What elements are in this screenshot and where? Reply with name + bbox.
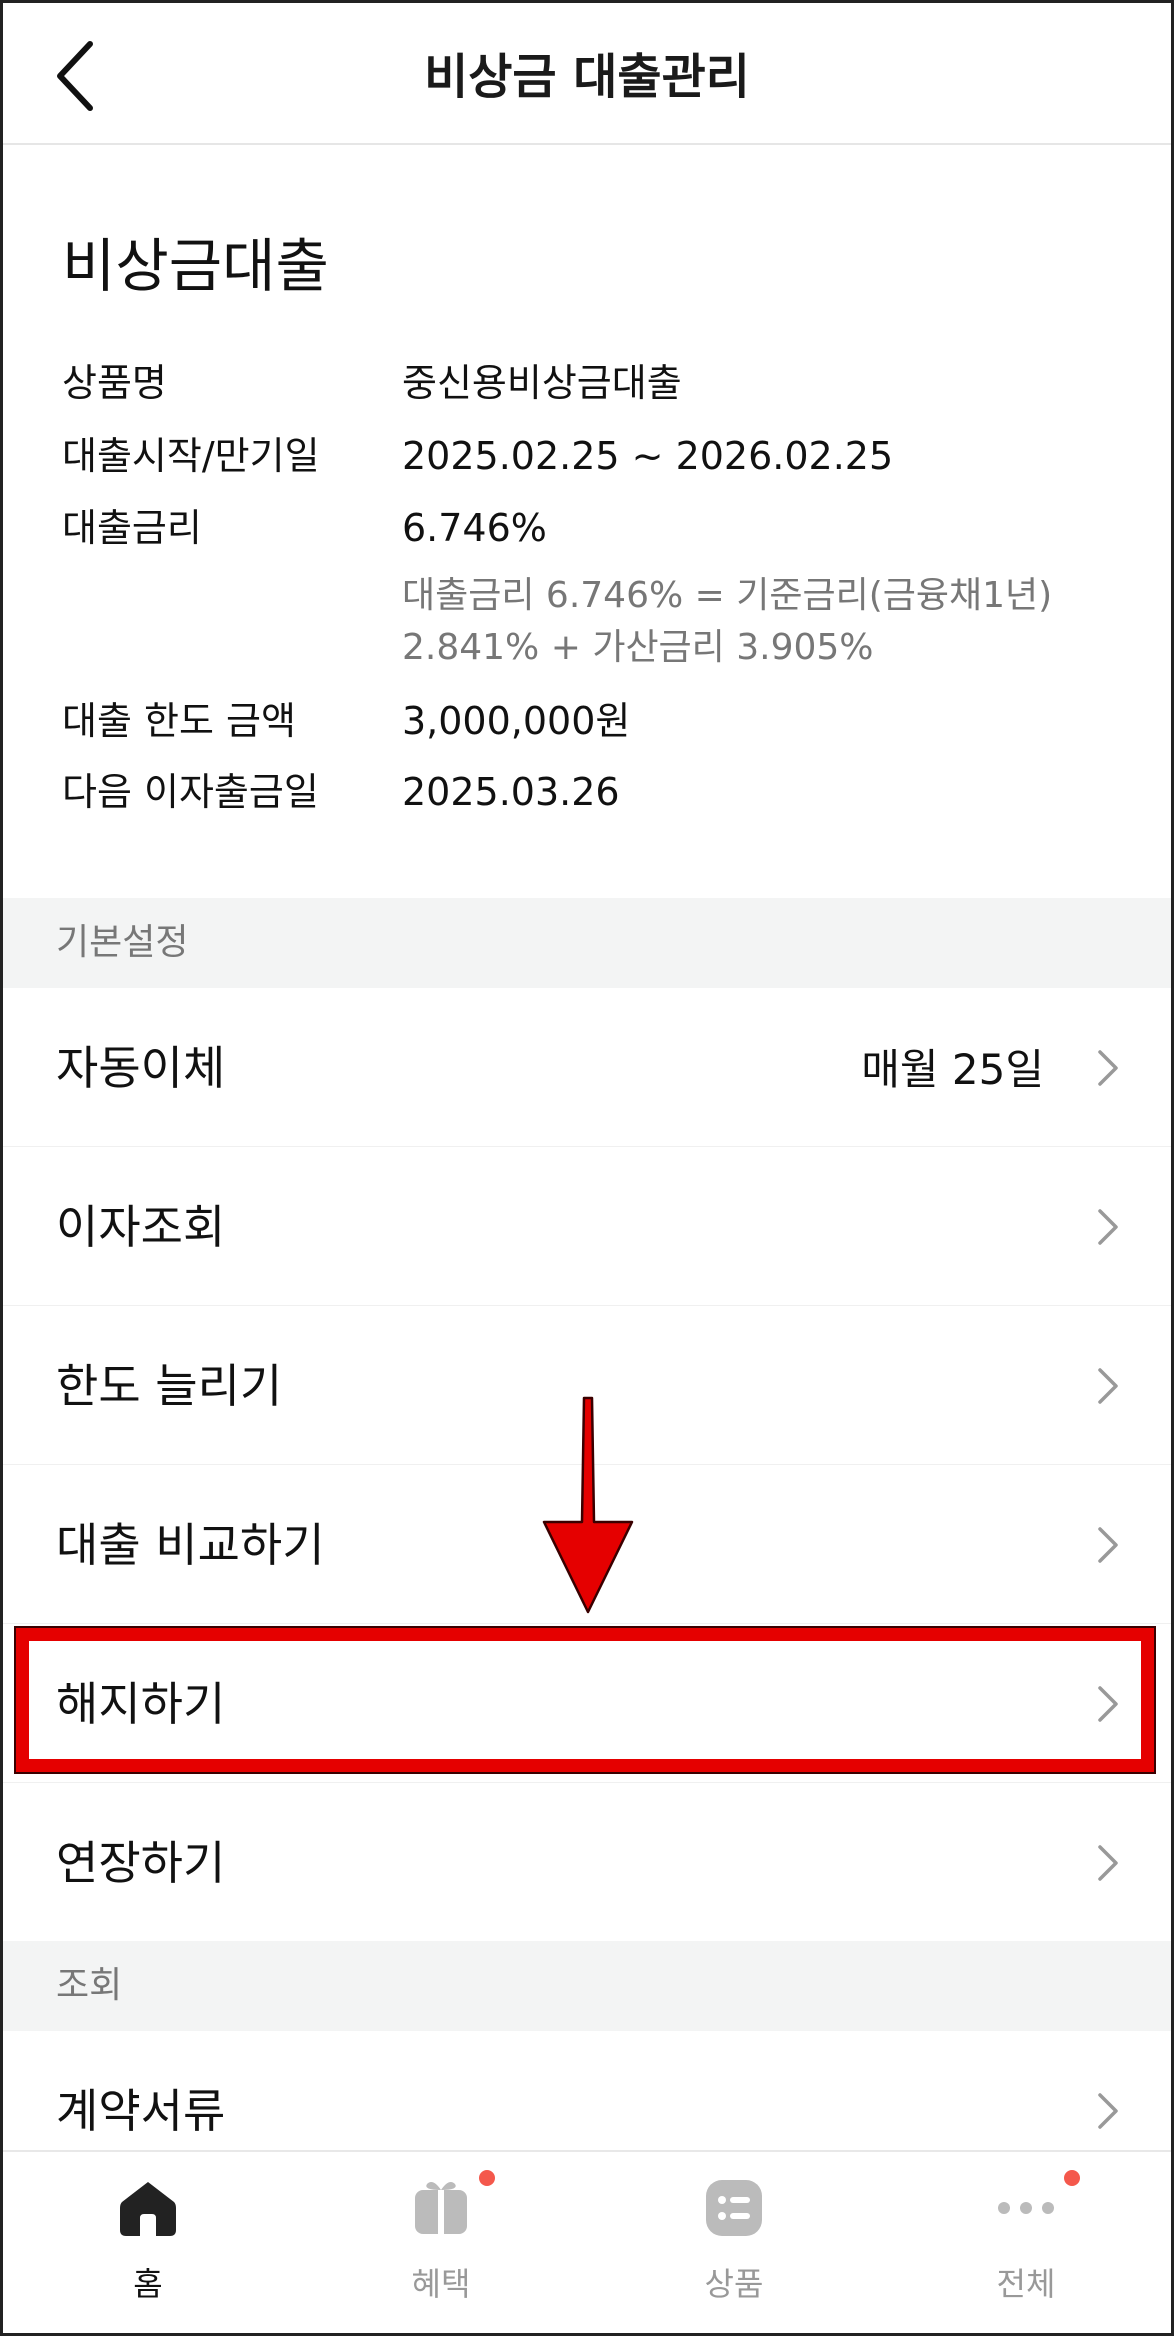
tab-label: 혜택: [411, 2265, 471, 2303]
menu-item-value: 매월 25일: [861, 1045, 1044, 1094]
menu-item-terminate[interactable]: 해지하기: [0, 1624, 1174, 1784]
rate-breakdown-note: 대출금리 6.746% = 기준금리(금융채1년) 2.841% + 가산금리 …: [402, 570, 1142, 674]
chevron-right-icon: [1098, 1527, 1118, 1563]
chevron-right-icon: [1098, 1368, 1118, 1404]
tab-label: 전체: [996, 2265, 1056, 2303]
chevron-right-icon: [1098, 1209, 1118, 1245]
menu-item-label: 한도 늘리기: [56, 1359, 283, 1413]
menu-item-label: 자동이체: [56, 1041, 226, 1095]
info-value: 2025.03.26: [402, 770, 620, 814]
tab-label: 홈: [133, 2265, 163, 2303]
bottom-tab-bar: 홈 혜택 상품 전체: [0, 2150, 1174, 2338]
group-title: 기본설정: [56, 922, 189, 963]
down-arrow-annotation-icon: [542, 1396, 634, 1614]
menu-item-label: 대출 비교하기: [56, 1518, 325, 1572]
chevron-right-icon: [1098, 1686, 1118, 1722]
menu-item-auto-transfer[interactable]: 자동이체 매월 25일: [0, 988, 1174, 1148]
menu-item-label: 계약서류: [56, 2084, 226, 2138]
group-header-basic-settings: 기본설정: [0, 898, 1174, 988]
top-header: 비상금 대출관리: [0, 0, 1174, 145]
home-icon: [120, 2182, 176, 2236]
chevron-right-icon: [1098, 1050, 1118, 1086]
info-label: 대출시작/만기일: [62, 434, 320, 478]
tab-all[interactable]: 전체: [926, 2152, 1126, 2338]
tab-products[interactable]: 상품: [634, 2152, 834, 2338]
info-value: 2025.02.25 ~ 2026.02.25: [402, 434, 894, 478]
list-icon: [706, 2180, 762, 2236]
info-label: 다음 이자출금일: [62, 770, 319, 814]
notification-badge: [1064, 2170, 1080, 2186]
menu-item-label: 연장하기: [56, 1836, 226, 1890]
menu-item-label: 해지하기: [56, 1677, 226, 1731]
rate-note-line: 대출금리 6.746% = 기준금리(금융채1년): [402, 575, 1053, 616]
info-label: 대출 한도 금액: [62, 699, 296, 743]
chevron-right-icon: [1098, 2093, 1118, 2129]
notification-badge: [479, 2170, 495, 2186]
gift-icon: [415, 2182, 467, 2234]
tab-label: 상품: [704, 2265, 764, 2303]
group-header-inquiry: 조회: [0, 1941, 1174, 2031]
info-value: 6.746%: [402, 506, 547, 550]
info-value: 3,000,000원: [402, 699, 631, 743]
more-icon: [998, 2202, 1054, 2214]
tab-benefits[interactable]: 혜택: [341, 2152, 541, 2338]
menu-item-label: 이자조회: [56, 1200, 226, 1254]
menu-item-extend[interactable]: 연장하기: [0, 1783, 1174, 1943]
tab-home[interactable]: 홈: [48, 2152, 248, 2338]
loan-section-title: 비상금대출: [62, 232, 329, 300]
rate-note-line: 2.841% + 가산금리 3.905%: [402, 627, 874, 668]
chevron-right-icon: [1098, 1845, 1118, 1881]
info-label: 대출금리: [62, 506, 202, 550]
group-title: 조회: [56, 1965, 123, 2006]
info-value: 중신용비상금대출: [402, 361, 682, 405]
page-title: 비상금 대출관리: [424, 49, 750, 105]
menu-item-interest-inquiry[interactable]: 이자조회: [0, 1147, 1174, 1307]
info-label: 상품명: [62, 361, 167, 405]
